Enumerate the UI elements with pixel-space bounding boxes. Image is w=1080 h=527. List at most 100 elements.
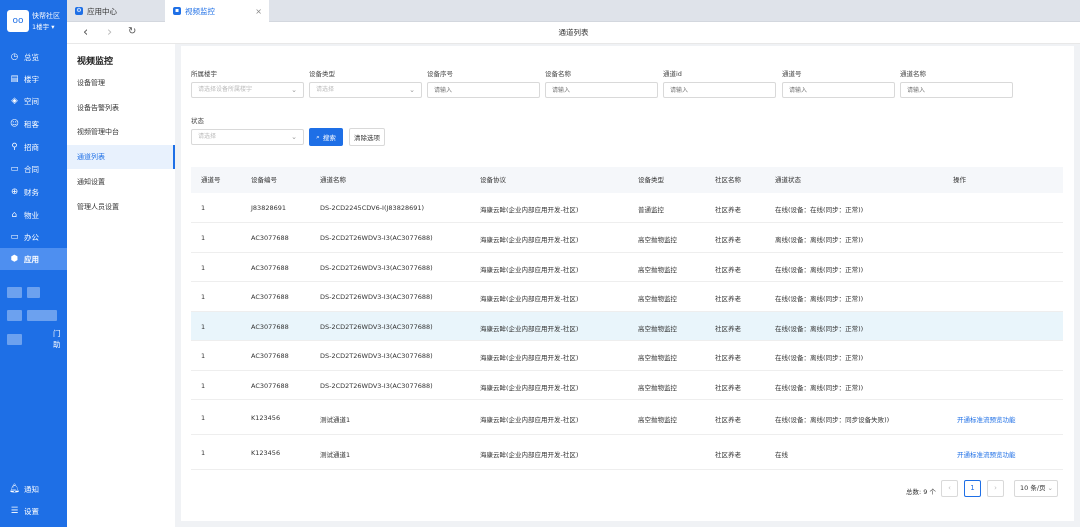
cell-channel-name: DS-2CD2T26WDV3-I3(AC3077688) xyxy=(320,352,433,360)
handshake-icon: ⚲ xyxy=(11,142,18,152)
blurred-item xyxy=(7,310,22,321)
brand-logo: oo xyxy=(7,10,29,32)
monitor-icon: ▭ xyxy=(10,232,19,242)
device-type-placeholder: 请选择 xyxy=(316,86,335,93)
table-row[interactable]: 1 K123456 测试通道1 海康云眸(企业内部应用开发-社区) 社区养老 在… xyxy=(191,435,1063,470)
contract-icon: ▭ xyxy=(10,164,19,174)
subnav-item-notify-settings[interactable]: 通知设置 xyxy=(67,170,175,194)
building-selector[interactable]: 1楼宇 ▾ xyxy=(32,21,54,31)
cell-channel-no: 1 xyxy=(201,352,206,360)
cell-device-code: AC3077688 xyxy=(251,264,289,272)
col-channel-name: 通道名称 xyxy=(320,176,346,184)
nav-item-apps[interactable]: ⬢ 应用 xyxy=(0,248,67,270)
search-button-label: 搜索 xyxy=(322,134,336,142)
cell-device-code: AC3077688 xyxy=(251,352,289,360)
table-row[interactable]: 1 K123456 测试通道1 海康云眸(企业内部应用开发-社区) 高空抛物监控… xyxy=(191,400,1063,435)
cell-device-code: J83828691 xyxy=(251,204,287,212)
page-size-select[interactable]: 10 条/页 ⌄ xyxy=(1014,480,1058,497)
status-select[interactable]: 请选择 ⌄ xyxy=(191,129,304,145)
cell-protocol: 海康云眸(企业内部应用开发-社区) xyxy=(480,325,579,333)
cell-device-code: AC3077688 xyxy=(251,323,289,331)
tab-label: 应用中心 xyxy=(87,6,117,16)
col-actions: 操作 xyxy=(953,176,966,184)
subnav-item-device-alarm[interactable]: 设备告警列表 xyxy=(67,96,175,120)
nav-item-contract[interactable]: ▭ 合同 xyxy=(0,158,67,180)
table-row[interactable]: 1 AC3077688 DS-2CD2T26WDV3-I3(AC3077688)… xyxy=(191,282,1063,312)
table-row[interactable]: 1 J83828691 DS-2CD2245CDV6-I(J83828691) … xyxy=(191,193,1063,223)
nav-item-office[interactable]: ▭ 办公 xyxy=(0,226,67,248)
enable-standard-preview-link[interactable]: 开通标准流预览功能 xyxy=(957,414,1016,424)
filter-device-name-label: 设备名称 xyxy=(545,70,571,78)
subnav-item-video-center[interactable]: 视频管理中台 xyxy=(67,120,175,144)
subnav-item-device-manage[interactable]: 设备管理 xyxy=(67,71,175,95)
app-sidebar: oo 快帮社区 1楼宇 ▾ ◷ 总览 ▤ 楼宇 ◈ 空间 ☺ 租客 ⚲ 招商 ▭… xyxy=(0,0,67,527)
nav-label: 租客 xyxy=(24,119,39,129)
clear-filters-button[interactable]: 清除选项 xyxy=(349,128,385,146)
cell-channel-no: 1 xyxy=(201,293,206,301)
cell-status: 在线(设备：在线(同步：正常)) xyxy=(775,206,864,214)
pagination-total: 总数: 9 个 xyxy=(906,488,936,496)
chevron-down-icon: ⌄ xyxy=(291,86,297,94)
nav-item-space[interactable]: ◈ 空间 xyxy=(0,90,67,112)
cell-channel-name: 测试通道1 xyxy=(320,416,351,424)
prev-page-button[interactable]: ‹ xyxy=(941,480,958,497)
nav-item-building[interactable]: ▤ 楼宇 xyxy=(0,68,67,90)
device-serial-input[interactable] xyxy=(427,82,540,98)
table-row[interactable]: 1 AC3077688 DS-2CD2T26WDV3-I3(AC3077688)… xyxy=(191,223,1063,253)
nav-toolbar: 通道列表 ‹ › ↻ xyxy=(67,22,1080,44)
filter-status-label: 状态 xyxy=(191,117,204,125)
nav-item-finance[interactable]: ⊕ 财务 xyxy=(0,181,67,203)
nav-item-door-assist[interactable]: 门助 xyxy=(40,328,67,350)
close-icon[interactable]: × xyxy=(255,7,262,16)
nav-item-overview[interactable]: ◷ 总览 xyxy=(0,46,67,68)
brand[interactable]: oo 快帮社区 1楼宇 ▾ xyxy=(5,8,65,34)
cell-status: 在线(设备：离线(同步：正常)) xyxy=(775,325,864,333)
back-icon[interactable]: ‹ xyxy=(83,25,88,40)
page-1-button[interactable]: 1 xyxy=(964,480,981,497)
nav-item-settings[interactable]: ☰ 设置 xyxy=(0,500,67,522)
forward-icon[interactable]: › xyxy=(107,25,112,40)
nav-item-notify[interactable]: 🔔︎ 通知 xyxy=(0,478,67,500)
channel-id-input[interactable] xyxy=(663,82,776,98)
cell-channel-no: 1 xyxy=(201,204,206,212)
cell-channel-name: 测试通道1 xyxy=(320,451,351,459)
subnav-item-channel-list[interactable]: 通道列表 xyxy=(67,145,175,169)
main-content: 所属楼宇 请选择设备所属楼宇 ⌄ 设备类型 请选择 ⌄ 设备序号 设备名称 通道… xyxy=(181,46,1074,521)
cell-status: 在线(设备：离线(同步：正常)) xyxy=(775,295,864,303)
channel-name-input[interactable] xyxy=(900,82,1013,98)
subnav-item-manager-settings[interactable]: 管理人员设置 xyxy=(67,195,175,219)
refresh-icon[interactable]: ↻ xyxy=(128,26,136,37)
cell-device-code: K123456 xyxy=(251,414,281,422)
building-select[interactable]: 请选择设备所属楼宇 ⌄ xyxy=(191,82,304,98)
table-row[interactable]: 1 AC3077688 DS-2CD2T26WDV3-I3(AC3077688)… xyxy=(191,371,1063,400)
cell-channel-name: DS-2CD2T26WDV3-I3(AC3077688) xyxy=(320,382,433,390)
table-row[interactable]: 1 AC3077688 DS-2CD2T26WDV3-I3(AC3077688)… xyxy=(191,341,1063,371)
table-row[interactable]: 1 AC3077688 DS-2CD2T26WDV3-I3(AC3077688)… xyxy=(191,253,1063,282)
app-center-icon: ⚙ xyxy=(75,7,83,15)
cell-channel-name: DS-2CD2T26WDV3-I3(AC3077688) xyxy=(320,323,433,331)
cell-device-type: 高空抛物监控 xyxy=(638,266,677,274)
col-status: 通道状态 xyxy=(775,176,801,184)
bell-icon: 🔔︎ xyxy=(9,484,20,494)
nav-item-investment[interactable]: ⚲ 招商 xyxy=(0,136,67,158)
device-type-select[interactable]: 请选择 ⌄ xyxy=(309,82,422,98)
tab-app-center[interactable]: ⚙ 应用中心 xyxy=(75,0,165,22)
video-icon: ▪ xyxy=(173,7,181,15)
channel-no-input[interactable] xyxy=(782,82,895,98)
page-size-label: 10 条/页 xyxy=(1020,484,1046,492)
cell-device-type: 高空抛物监控 xyxy=(638,384,677,392)
table-row[interactable]: 1 AC3077688 DS-2CD2T26WDV3-I3(AC3077688)… xyxy=(191,312,1063,341)
search-button[interactable]: ⌕ 搜索 xyxy=(309,128,343,146)
enable-standard-preview-link[interactable]: 开通标准流预览功能 xyxy=(957,449,1016,459)
nav-item-tenant[interactable]: ☺ 租客 xyxy=(0,113,67,135)
next-page-button[interactable]: › xyxy=(987,480,1004,497)
cell-channel-no: 1 xyxy=(201,449,206,457)
tab-video-monitor[interactable]: ▪ 视频监控 × xyxy=(165,0,269,22)
cell-community: 社区养老 xyxy=(715,236,741,244)
cell-status: 在线 xyxy=(775,451,788,459)
nav-item-property[interactable]: ⌂ 物业 xyxy=(0,204,67,226)
nav-label: 应用 xyxy=(24,254,39,264)
device-name-input[interactable] xyxy=(545,82,658,98)
cell-device-code: AC3077688 xyxy=(251,382,289,390)
nav-label: 办公 xyxy=(24,232,39,242)
